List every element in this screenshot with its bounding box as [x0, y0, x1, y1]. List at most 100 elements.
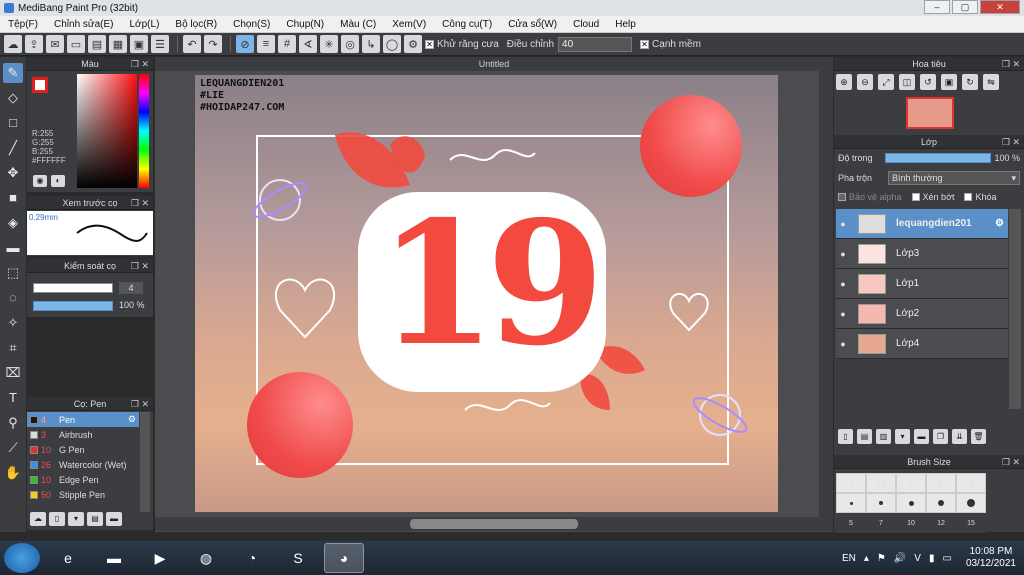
clock[interactable]: 10:08 PM 03/12/2021: [966, 546, 1016, 570]
app-icon[interactable]: ◔: [232, 543, 272, 573]
select-eraser-icon[interactable]: ⌧: [3, 363, 23, 383]
protect-alpha-option[interactable]: Bảo vệ alpha: [838, 192, 902, 202]
volume-icon[interactable]: 🔊: [894, 553, 906, 564]
clip-option[interactable]: Xén bớt: [911, 192, 954, 202]
cloud-icon[interactable]: ☁: [4, 35, 22, 53]
maximize-button[interactable]: ▢: [952, 0, 978, 14]
text-tool-icon[interactable]: T: [3, 388, 23, 408]
reset-view-icon[interactable]: ▣: [941, 74, 957, 90]
eyedropper-icon[interactable]: ⟋: [3, 438, 23, 458]
panel-close-icon[interactable]: ❐ ✕: [1002, 135, 1020, 149]
menu-edit[interactable]: Chỉnh sửa(E): [46, 19, 122, 30]
chrome-icon[interactable]: ◍: [186, 543, 226, 573]
panel-close-icon[interactable]: ❐ ✕: [131, 397, 149, 411]
rotate-left-icon[interactable]: ↺: [920, 74, 936, 90]
layer-item[interactable]: ● lequangdien201 ⚙: [836, 209, 1008, 239]
brush-size-value[interactable]: 4: [119, 282, 143, 294]
foreground-color-swatch[interactable]: [32, 77, 48, 93]
layer-item[interactable]: ● Lớp4: [836, 329, 1008, 359]
layer-item[interactable]: ● Lớp2: [836, 299, 1008, 329]
protect-alpha-checkbox[interactable]: [838, 193, 846, 201]
layer-item[interactable]: ● Lớp1: [836, 269, 1008, 299]
brush-size-option[interactable]: 4: [956, 473, 986, 493]
shape-tool-icon[interactable]: ■: [3, 188, 23, 208]
navigator-thumbnail[interactable]: [906, 97, 954, 129]
lock-option[interactable]: Khóa: [964, 192, 997, 202]
select-tool-icon[interactable]: ⬚: [3, 263, 23, 283]
merge-layer-icon[interactable]: ⇊: [952, 429, 967, 444]
blend-mode-select[interactable]: Bình thường ▾: [888, 171, 1021, 185]
visibility-icon[interactable]: ●: [836, 279, 850, 289]
color-set-icon[interactable]: ◐: [51, 175, 65, 187]
brush-size-option[interactable]: 12: [926, 513, 956, 533]
add-layer-menu-icon[interactable]: ▾: [895, 429, 910, 444]
new-layer-icon[interactable]: ▯: [838, 429, 853, 444]
brush-size-slider[interactable]: [33, 283, 113, 293]
redo-icon[interactable]: ↷: [204, 35, 222, 53]
brush-item-airbrush[interactable]: 3 Airbrush: [27, 427, 139, 442]
radial-snap-icon[interactable]: ✳: [320, 35, 338, 53]
brush-size-option[interactable]: [956, 493, 986, 513]
settings-icon[interactable]: ⚙: [404, 35, 422, 53]
antialias-toggle[interactable]: ✕ Khử răng cưa: [425, 39, 499, 50]
fill-tool-icon[interactable]: ◈: [3, 213, 23, 233]
gear-icon[interactable]: ⚙: [995, 218, 1004, 229]
delete-layer-icon[interactable]: 🗑: [971, 429, 986, 444]
lock-checkbox[interactable]: [964, 193, 973, 201]
vertical-scrollbar[interactable]: [819, 71, 833, 517]
network-icon[interactable]: ▮: [929, 553, 935, 564]
horizontal-scrollbar[interactable]: [155, 517, 833, 531]
visibility-icon[interactable]: ●: [836, 309, 850, 319]
gradient-tool-icon[interactable]: ▬: [3, 238, 23, 258]
undo-icon[interactable]: ↶: [183, 35, 201, 53]
menu-color[interactable]: Màu (C): [332, 19, 384, 30]
panel-icon[interactable]: ▣: [130, 35, 148, 53]
menu-tools[interactable]: Công cụ(T): [434, 19, 500, 30]
soft-edge-checkbox[interactable]: ✕: [640, 39, 650, 49]
brush-item-edge-pen[interactable]: 10 Edge Pen: [27, 472, 139, 487]
new-halftone-layer-icon[interactable]: ▤: [857, 429, 872, 444]
brush-tool-icon[interactable]: ✎: [3, 63, 23, 83]
antialias-checkbox[interactable]: ✕: [425, 39, 434, 49]
brush-size-option[interactable]: 1.5: [866, 473, 896, 493]
panel-close-icon[interactable]: ❐ ✕: [1002, 57, 1020, 71]
palette-icon[interactable]: ◉: [33, 175, 47, 187]
media-player-icon[interactable]: ▶: [140, 543, 180, 573]
visibility-icon[interactable]: ●: [836, 339, 850, 349]
ellipse-snap-icon[interactable]: ◯: [383, 35, 401, 53]
grid-icon[interactable]: ▦: [109, 35, 127, 53]
horizontal-scroll-thumb[interactable]: [410, 519, 578, 529]
select-pen-icon[interactable]: ⌗: [3, 338, 23, 358]
brush-size-option[interactable]: [836, 493, 866, 513]
ie-icon[interactable]: e: [48, 543, 88, 573]
menu-snap[interactable]: Chụp(N): [278, 19, 332, 30]
layer-opacity-slider[interactable]: [884, 153, 991, 163]
lasso-tool-icon[interactable]: ◌: [3, 288, 23, 308]
cloud-brush-icon[interactable]: ☁: [30, 512, 46, 526]
brush-size-option[interactable]: 3: [926, 473, 956, 493]
panel-close-icon[interactable]: ❐ ✕: [131, 57, 149, 71]
grid-snap-icon[interactable]: #: [278, 35, 296, 53]
zoom-in-icon[interactable]: ⊕: [836, 74, 852, 90]
brush-size-option[interactable]: 2: [896, 473, 926, 493]
brush-settings-icon[interactable]: ▤: [87, 512, 103, 526]
operation-tool-icon[interactable]: ⚲: [3, 413, 23, 433]
antivirus-icon[interactable]: V: [914, 553, 921, 564]
canvas-tab[interactable]: Untitled: [155, 57, 833, 71]
new-brush-icon[interactable]: ▯: [49, 512, 65, 526]
adjust-input[interactable]: 40: [558, 36, 633, 52]
hand-tool-icon[interactable]: ✋: [3, 463, 23, 483]
medibang-icon[interactable]: ◕: [324, 543, 364, 573]
menu-file[interactable]: Tệp(F): [0, 19, 46, 30]
brush-folder-icon[interactable]: ▬: [106, 512, 122, 526]
menu-view[interactable]: Xem(V): [384, 19, 434, 30]
fit-icon[interactable]: ⤢: [878, 74, 894, 90]
actual-size-icon[interactable]: ◫: [899, 74, 915, 90]
battery-icon[interactable]: ▭: [942, 553, 951, 564]
language-indicator[interactable]: EN: [842, 553, 856, 564]
brush-size-option[interactable]: 1: [836, 473, 866, 493]
brush-size-option[interactable]: 7: [866, 513, 896, 533]
skype-icon[interactable]: S: [278, 543, 318, 573]
start-button[interactable]: [4, 543, 40, 573]
clip-checkbox[interactable]: [911, 193, 920, 201]
